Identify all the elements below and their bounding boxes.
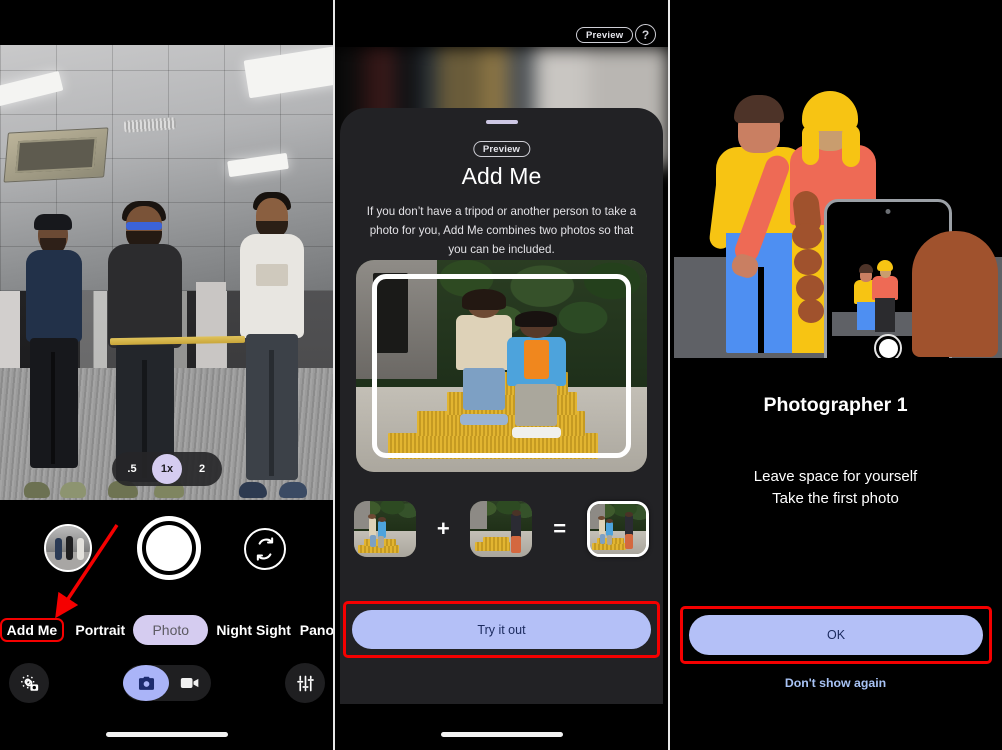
step-title: Photographer 1 [763,394,908,416]
photographer-illustration [674,91,1002,358]
example-thumbnail-combined [586,501,649,557]
panel-divider [333,0,335,750]
pillar [196,281,226,373]
mode-portrait[interactable]: Portrait [75,622,125,638]
ok-button[interactable]: OK [689,615,983,655]
step-instruction-line-1: Leave space for yourself [753,468,918,485]
example-thumbnail-first [354,501,416,557]
zoom-level-selector[interactable]: .5 1x 2 [112,452,222,486]
sheet-drag-handle[interactable] [485,120,518,124]
adjust-button[interactable] [285,663,325,703]
panel-divider [668,0,670,750]
left-panel-camera-viewfinder: .5 1x 2 Add Me Portrait Photo Night Sigh… [0,0,334,750]
example-thumbnail-second [470,501,533,557]
plus-sign: + [436,516,450,541]
camera-mode-selector[interactable]: Add Me Portrait Photo Night Sight Pano [0,612,334,648]
preview-badge: Preview [576,27,634,43]
mode-pano[interactable]: Pano [300,622,334,638]
illustration-finger [796,275,824,301]
video-icon [180,678,199,688]
sheet-preview-badge: Preview [472,141,531,157]
illustration-finger [794,249,822,275]
ac-unit [3,127,109,183]
screenshot-root: .5 1x 2 Add Me Portrait Photo Night Sigh… [0,0,1002,750]
pillar [0,290,20,373]
illustration-finger [798,299,824,323]
top-status-row: Preview ? [334,0,669,47]
dont-show-again-link[interactable]: Don't show again [669,676,1002,690]
mode-night-sight[interactable]: Night Sight [216,622,291,638]
video-mode-toggle[interactable] [169,665,211,701]
zoom-option-2x[interactable]: 2 [185,455,219,483]
flip-camera-button[interactable] [244,528,286,570]
try-it-out-button[interactable]: Try it out [352,610,651,649]
phone-front-camera-icon [885,209,891,214]
sheet-title: Add Me [461,163,542,189]
shutter-button[interactable] [137,516,201,580]
step-instructions: Leave space for yourself Take the first … [669,466,1002,510]
camera-bottom-bar [0,660,334,710]
right-panel-photographer-step: Photographer 1 Leave space for yourself … [669,0,1002,750]
sheet-bottom-black-strip [334,714,669,750]
illustration-hand [912,231,998,357]
camera-icon [138,676,154,690]
photo-video-toggle[interactable] [123,665,211,701]
camera-controls-row [0,516,334,596]
middle-panel-add-me-intro: Preview ? Preview Add Me If you don’t ha… [334,0,669,750]
person-left [24,214,86,498]
settings-icon [21,675,39,691]
equals-sign: = [553,516,567,541]
mode-add-me[interactable]: Add Me [0,618,65,642]
hero-example-image [356,260,647,472]
tune-icon [296,675,314,691]
settings-button[interactable] [9,663,49,703]
flip-camera-icon [256,537,274,561]
combination-example-row: + = [354,498,649,560]
gallery-thumbnail[interactable] [44,524,92,572]
zoom-option-1x[interactable]: 1x [152,454,182,484]
sheet-description: If you don’t have a tripod or another pe… [366,205,637,256]
viewfinder-preview[interactable] [0,45,334,500]
illustration-finger [792,223,822,249]
help-icon[interactable]: ? [635,24,656,45]
zoom-option-0.5x[interactable]: .5 [115,455,149,483]
photo-mode-toggle[interactable] [123,665,169,701]
mode-photo[interactable]: Photo [133,615,209,645]
home-indicator [106,732,228,737]
person-right [239,192,307,498]
home-indicator [440,732,563,737]
phone-shutter-icon [874,334,902,358]
photo-frame-overlay [372,274,631,458]
step-instruction-line-2: Take the first photo [772,489,899,507]
